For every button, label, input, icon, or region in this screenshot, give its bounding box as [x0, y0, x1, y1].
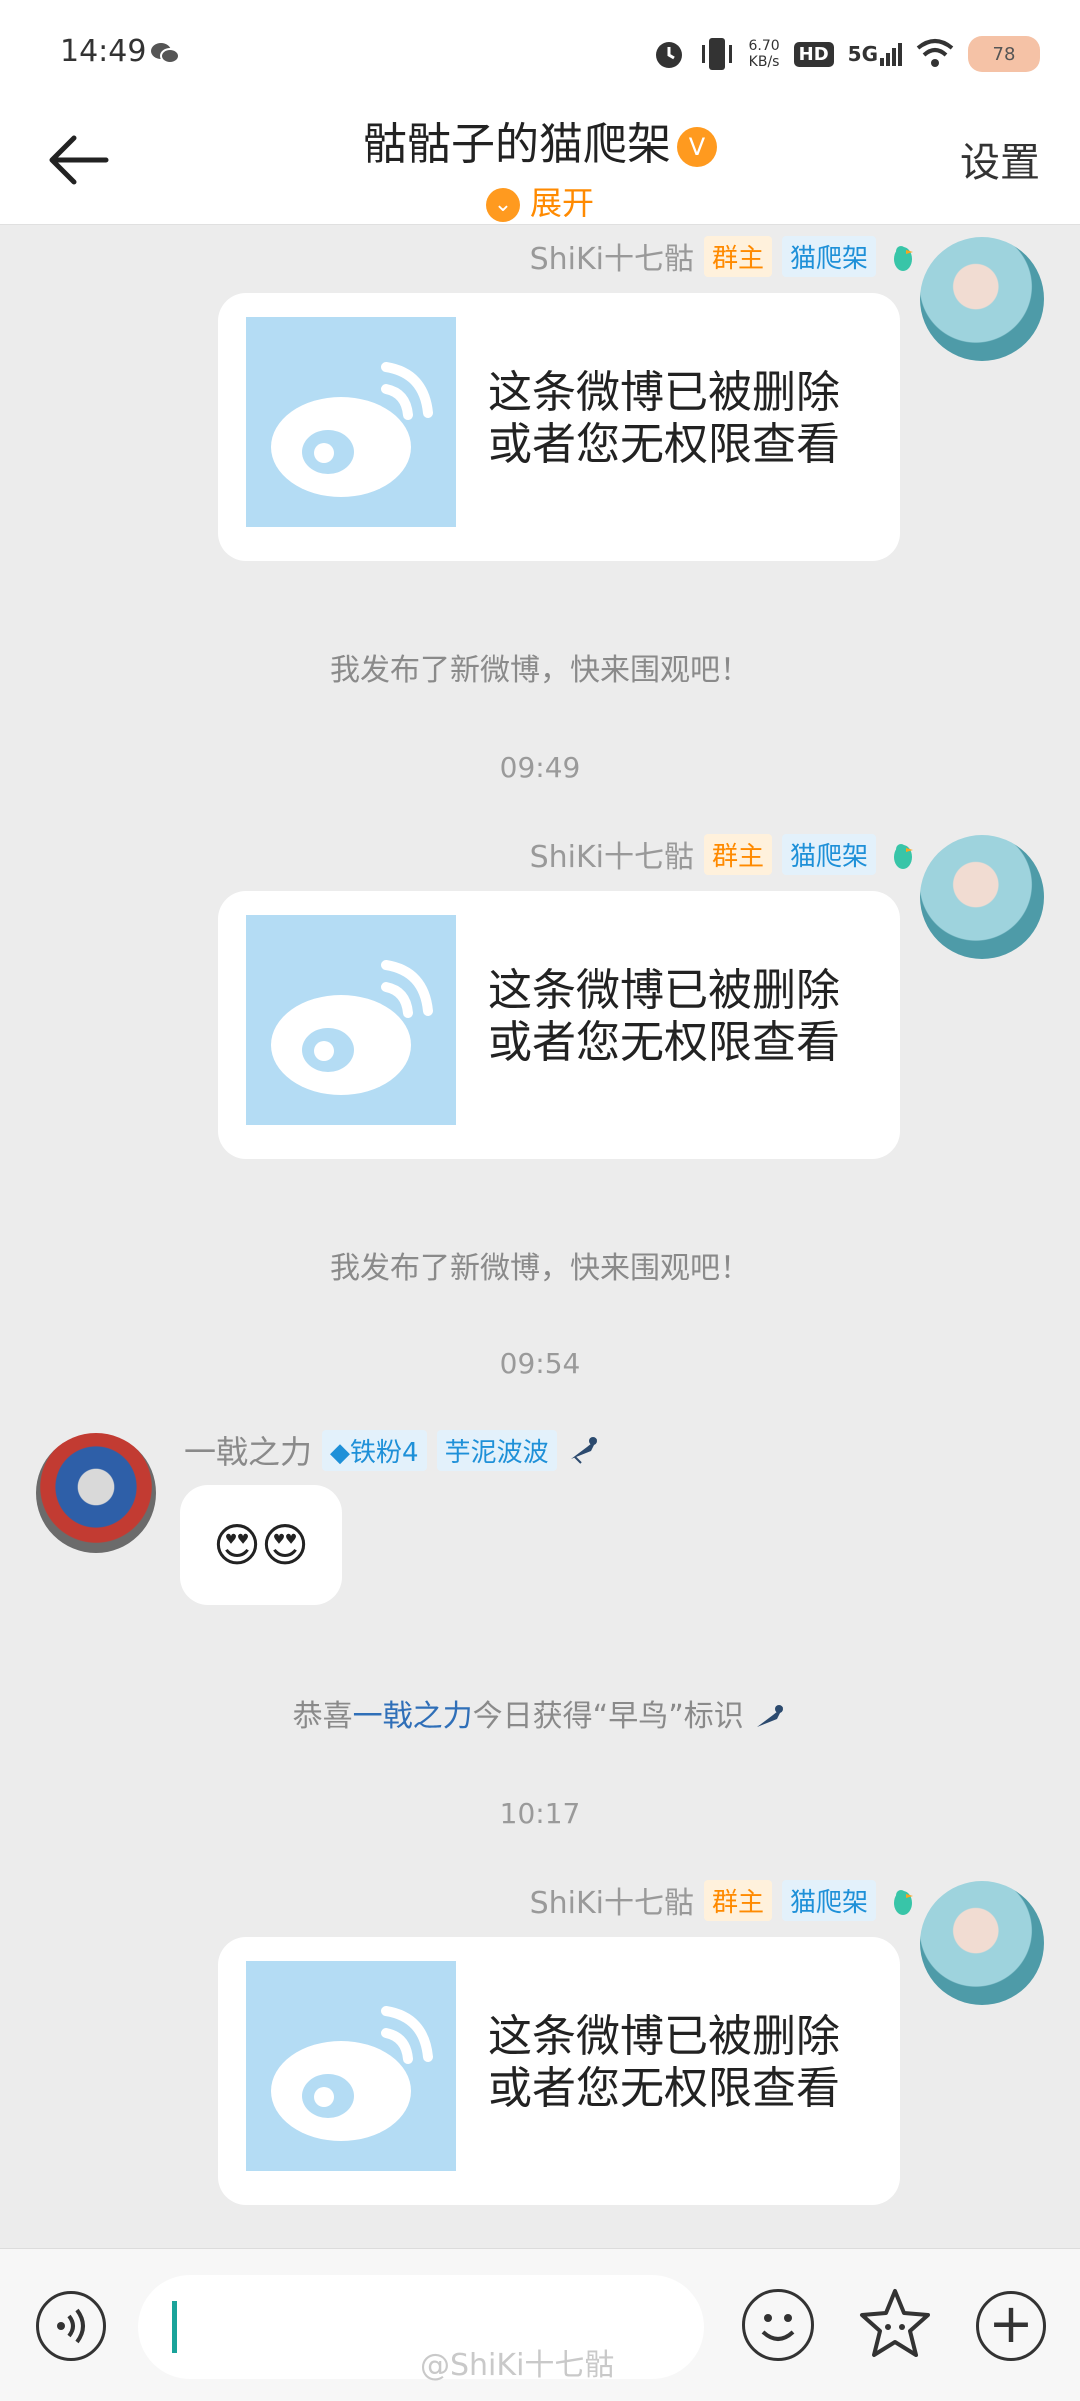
weibo-logo-icon	[271, 2006, 433, 2141]
chat-messages[interactable]: ShiKi十七骷 群主 猫爬架 这条微博已被删除 或者您无权限查看 我发布了新微…	[0, 225, 1080, 2248]
notice-suffix: 今日获得“早鸟”标识	[472, 1699, 744, 1734]
sender-info: ShiKi十七骷 群主 猫爬架	[530, 831, 920, 877]
speed-unit: KB/s	[748, 54, 780, 70]
group-badge: 猫爬架	[781, 235, 876, 277]
status-time: 14:49	[60, 34, 147, 69]
add-button[interactable]: +	[976, 2291, 1046, 2361]
wechat-icon	[151, 43, 180, 64]
expand-button[interactable]: ⌄ 展开	[0, 178, 1080, 224]
system-notice: 我发布了新微博，快来围观吧！	[330, 1251, 750, 1286]
hd-badge: HD	[793, 41, 834, 67]
owner-badge: 群主	[703, 1879, 772, 1921]
owner-badge: 群主	[703, 833, 772, 875]
battery-indicator: 78	[968, 36, 1040, 72]
expand-label: 展开	[529, 184, 594, 222]
sender-info: ShiKi十七骷 群主 猫爬架	[530, 1877, 920, 1923]
magpie-icon	[570, 1437, 597, 1464]
sender-info: 一戟之力 ◆铁粉4 芋泥波波	[184, 1427, 601, 1473]
card-text-line: 这条微博已被删除	[488, 2011, 840, 2062]
avatar[interactable]	[920, 1881, 1044, 2005]
avatar[interactable]	[920, 835, 1044, 959]
sender-info: ShiKi十七骷 群主 猫爬架	[530, 233, 920, 279]
fan-badge: ◆铁粉4	[322, 1429, 427, 1471]
signal-5g: 5G	[848, 42, 902, 66]
weibo-thumbnail	[246, 317, 456, 527]
weibo-logo-icon	[271, 960, 433, 1095]
settings-button[interactable]: 设置	[960, 130, 1040, 188]
status-icons: 6.70 KB/s HD 5G 78	[652, 30, 1040, 78]
card-text-line: 或者您无权限查看	[488, 2063, 840, 2114]
signal-bar	[892, 48, 896, 66]
speed-value: 6.70	[748, 38, 780, 54]
weibo-thumbnail	[246, 915, 456, 1125]
sender-name: ShiKi十七骷	[529, 242, 694, 277]
sender-name: ShiKi十七骷	[529, 840, 694, 875]
owner-badge: 群主	[703, 235, 772, 277]
weibo-share-card[interactable]: 这条微博已被删除 或者您无权限查看	[218, 891, 900, 1159]
system-notice: 恭喜一戟之力今日获得“早鸟”标识	[0, 1691, 1080, 1735]
bird-icon	[894, 246, 913, 271]
emoji-message[interactable]: 😍😍	[180, 1485, 342, 1605]
favorite-star-icon[interactable]	[856, 2285, 934, 2363]
bird-icon	[894, 844, 913, 869]
weibo-share-card[interactable]: 这条微博已被删除 或者您无权限查看	[218, 1937, 900, 2205]
group-badge: 猫爬架	[781, 1879, 876, 1921]
timestamp: 10:17	[499, 1797, 581, 1830]
emoji-button[interactable]	[742, 2289, 814, 2361]
alarm-icon	[656, 42, 683, 68]
magpie-icon	[757, 1704, 784, 1727]
group-title[interactable]: 骷骷子的猫爬架 V	[0, 108, 1080, 172]
card-text-line: 或者您无权限查看	[488, 419, 840, 470]
card-text: 这条微博已被删除 或者您无权限查看	[488, 367, 888, 471]
group-badge: 猫爬架	[781, 833, 876, 875]
notice-prefix: 恭喜	[292, 1699, 353, 1734]
sender-name: 一戟之力	[184, 1433, 313, 1471]
voice-icon	[57, 2308, 85, 2344]
timestamp: 09:49	[499, 751, 581, 784]
verified-icon: V	[677, 127, 717, 167]
fan-level: 铁粉4	[350, 1437, 419, 1468]
timestamp: 09:54	[499, 1347, 581, 1380]
signal-bar	[886, 53, 890, 66]
avatar[interactable]	[36, 1433, 156, 1553]
card-text-line: 或者您无权限查看	[488, 1017, 840, 1068]
card-text-line: 这条微博已被删除	[488, 965, 840, 1016]
user-link[interactable]: 一戟之力	[353, 1699, 473, 1734]
network-speed: 6.70 KB/s	[748, 38, 779, 70]
vibrate-icon	[702, 38, 733, 70]
chat-header: 骷骷子的猫爬架 V ⌄ 展开 设置	[0, 100, 1080, 225]
weibo-thumbnail	[246, 1961, 456, 2171]
weibo-share-card[interactable]: 这条微博已被删除 或者您无权限查看	[218, 293, 900, 561]
signal-bar	[898, 43, 902, 66]
smiley-icon	[761, 2314, 795, 2341]
network-type: 5G	[847, 42, 878, 66]
card-text: 这条微博已被删除 或者您无权限查看	[488, 965, 888, 1069]
status-bar: 14:49 6.70 KB/s HD 5G 78	[0, 0, 1080, 100]
sender-name: ShiKi十七骷	[529, 1886, 694, 1921]
card-text-line: 这条微博已被删除	[488, 367, 840, 418]
bird-icon	[894, 1890, 913, 1915]
text-cursor	[172, 2301, 177, 2353]
voice-button[interactable]	[36, 2291, 106, 2361]
watermark: @ShiKi十七骷	[420, 2348, 615, 2383]
signal-bar	[880, 58, 884, 66]
weibo-logo-icon	[271, 362, 433, 497]
group-badge: 芋泥波波	[436, 1429, 557, 1471]
avatar[interactable]	[920, 237, 1044, 361]
wifi-icon	[916, 39, 954, 67]
chevron-down-icon: ⌄	[485, 188, 520, 222]
group-name: 骷骷子的猫爬架	[363, 119, 671, 170]
system-notice: 我发布了新微博，快来围观吧！	[330, 653, 750, 688]
card-text: 这条微博已被删除 或者您无权限查看	[488, 2011, 888, 2115]
